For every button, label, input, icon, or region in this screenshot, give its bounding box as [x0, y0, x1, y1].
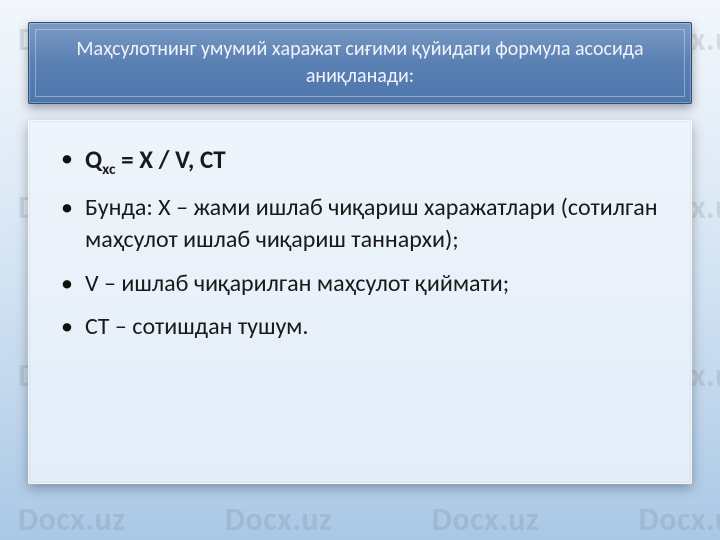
bullet-item: СТ – сотишдан тушум.: [55, 311, 665, 343]
bullet-formula: Qхс = Х / V, СТ: [55, 143, 665, 180]
slide-title-bar: Маҳсулотнинг умумий харажат сиғими қуйид…: [28, 22, 692, 104]
bullet-item: Бунда: Х – жами ишлаб чиқариш харажатлар…: [55, 192, 665, 255]
formula-rest: = Х / V, СТ: [116, 144, 226, 175]
watermark: Docx.uz: [225, 500, 332, 539]
watermark: Docx.uz: [432, 500, 539, 539]
bullet-list: Qхс = Х / V, СТ Бунда: Х – жами ишлаб чи…: [55, 143, 665, 343]
watermark: Docx.uz: [18, 500, 125, 539]
formula-text: Qхс = Х / V, СТ: [85, 144, 226, 175]
watermark-row: Docx.uz Docx.uz Docx.uz Docx.uz: [0, 500, 720, 539]
watermark: Docx.uz: [639, 500, 720, 539]
formula-q: Q: [85, 144, 102, 175]
slide-title-text: Маҳсулотнинг умумий харажат сиғими қуйид…: [64, 36, 656, 90]
content-panel: Qхс = Х / V, СТ Бунда: Х – жами ишлаб чи…: [28, 120, 692, 484]
formula-subscript: хс: [102, 160, 115, 179]
slide-title-inner: Маҳсулотнинг умумий харажат сиғими қуйид…: [35, 29, 685, 97]
bullet-item: V – ишлаб чиқарилган маҳсулот қиймати;: [55, 268, 665, 300]
